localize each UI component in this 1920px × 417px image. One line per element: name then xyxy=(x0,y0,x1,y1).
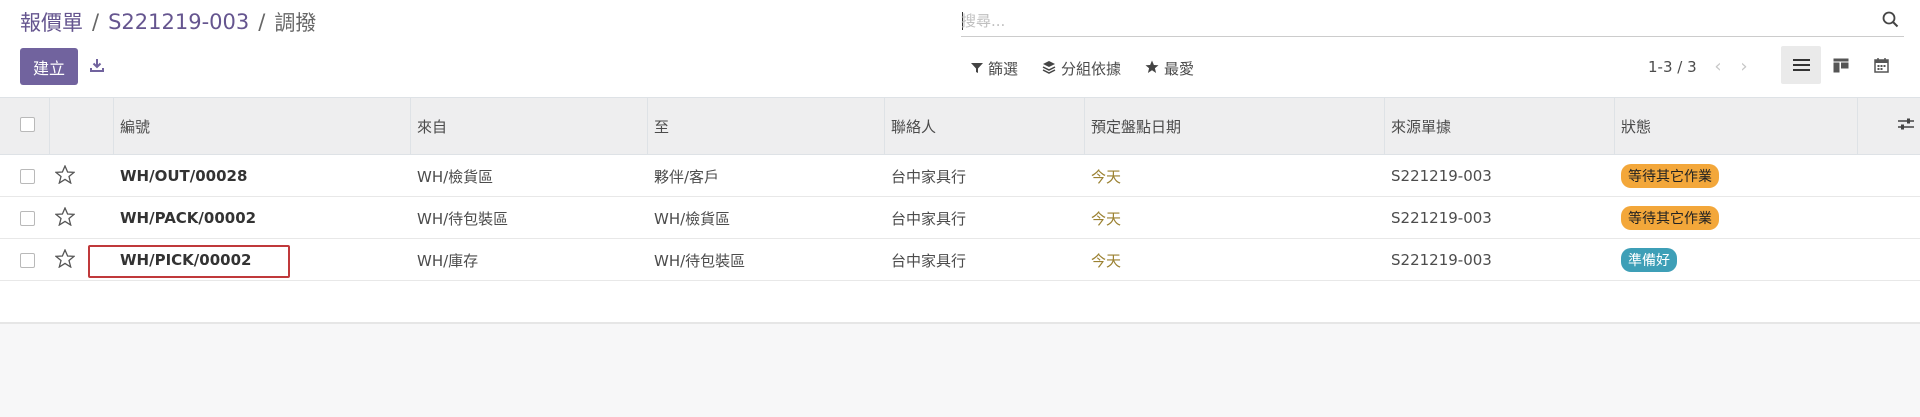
column-status[interactable]: 狀態 xyxy=(1615,98,1858,154)
cell-to: 夥伴/客戶 xyxy=(654,167,720,186)
cell-status: 準備好 xyxy=(1615,239,1677,281)
breadcrumb-separator: / xyxy=(258,10,266,34)
sliders-icon xyxy=(1898,117,1914,135)
column-to[interactable]: 至 xyxy=(648,98,885,154)
pager-value[interactable]: 1-3 / 3 xyxy=(1648,58,1697,76)
cell-to: WH/待包裝區 xyxy=(654,251,746,270)
cell-from: WH/庫存 xyxy=(417,251,479,270)
group-by-button[interactable]: 分組依據 xyxy=(1042,58,1121,79)
cell-reference: WH/PICK/00002 xyxy=(120,251,252,269)
breadcrumb: 報價單 / S221219-003 / 調撥 xyxy=(20,7,316,37)
cell-contact: 台中家具行 xyxy=(891,251,967,270)
status-badge: 等待其它作業 xyxy=(1621,164,1719,188)
favorites-button[interactable]: 最愛 xyxy=(1145,58,1194,79)
cell-source-document: S221219-003 xyxy=(1391,167,1492,185)
status-badge: 等待其它作業 xyxy=(1621,206,1719,230)
status-badge: 準備好 xyxy=(1621,248,1677,272)
cell-scheduled-date: 今天 xyxy=(1091,167,1122,186)
star-icon[interactable] xyxy=(54,248,76,272)
chevron-right-icon[interactable]: › xyxy=(1738,56,1750,77)
column-contact[interactable]: 聯絡人 xyxy=(885,98,1085,154)
row-checkbox[interactable] xyxy=(20,169,35,184)
favorites-label: 最愛 xyxy=(1164,60,1195,78)
cell-source-document: S221219-003 xyxy=(1391,251,1492,269)
group-by-label: 分組依據 xyxy=(1061,60,1122,78)
star-icon[interactable] xyxy=(54,164,76,188)
breadcrumb-quotations[interactable]: 報價單 xyxy=(20,7,83,37)
layers-icon xyxy=(1042,60,1056,78)
search-input[interactable] xyxy=(961,10,1861,32)
list-view-icon[interactable] xyxy=(1781,46,1821,84)
header-priority-cell xyxy=(50,98,114,154)
search-icon[interactable] xyxy=(1882,11,1900,29)
content-background xyxy=(0,324,1920,417)
table-row[interactable]: WH/PACK/00002 WH/待包裝區 WH/檢貨區 台中家具行 今天 S2… xyxy=(0,197,1920,239)
cell-source-document: S221219-003 xyxy=(1391,209,1492,227)
view-switcher xyxy=(1781,46,1901,84)
cell-from: WH/待包裝區 xyxy=(417,209,509,228)
create-button[interactable]: 建立 xyxy=(20,48,78,85)
breadcrumb-order[interactable]: S221219-003 xyxy=(108,10,249,34)
cell-contact: 台中家具行 xyxy=(891,167,967,186)
cell-reference: WH/PACK/00002 xyxy=(120,209,257,227)
cell-scheduled-date: 今天 xyxy=(1091,251,1122,270)
chevron-left-icon[interactable]: ‹ xyxy=(1712,56,1724,77)
filter-icon xyxy=(971,60,983,78)
cell-from: WH/檢貨區 xyxy=(417,167,494,186)
column-reference[interactable]: 編號 xyxy=(114,98,411,154)
select-all-checkbox[interactable] xyxy=(20,117,35,132)
table-row[interactable]: WH/OUT/00028 WH/檢貨區 夥伴/客戶 台中家具行 今天 S2212… xyxy=(0,155,1920,197)
column-from[interactable]: 來自 xyxy=(411,98,648,154)
cell-status: 等待其它作業 xyxy=(1615,155,1719,197)
star-icon xyxy=(1145,60,1159,78)
download-icon[interactable] xyxy=(88,56,106,74)
filter-button[interactable]: 篩選 xyxy=(971,58,1018,79)
cell-to: WH/檢貨區 xyxy=(654,209,731,228)
calendar-view-icon[interactable] xyxy=(1861,46,1901,84)
table-header: 編號 來自 至 聯絡人 預定盤點日期 來源單據 狀態 xyxy=(0,97,1920,155)
row-checkbox[interactable] xyxy=(20,211,35,226)
breadcrumb-separator: / xyxy=(92,10,100,34)
kanban-view-icon[interactable] xyxy=(1821,46,1861,84)
search-options: 篩選 分組依據 最愛 xyxy=(971,58,1194,79)
column-scheduled-date[interactable]: 預定盤點日期 xyxy=(1085,98,1385,154)
transfers-table: 編號 來自 至 聯絡人 預定盤點日期 來源單據 狀態 WH/OUT/00028 … xyxy=(0,97,1920,323)
cell-reference: WH/OUT/00028 xyxy=(120,167,248,185)
header-select-cell xyxy=(0,98,50,154)
row-checkbox[interactable] xyxy=(20,253,35,268)
cell-contact: 台中家具行 xyxy=(891,209,967,228)
breadcrumb-current: 調撥 xyxy=(274,11,317,35)
cell-status: 等待其它作業 xyxy=(1615,197,1719,239)
optional-columns-toggle[interactable] xyxy=(1858,98,1920,154)
control-panel: 報價單 / S221219-003 / 調撥 建立 篩選 分組依據 最愛 1-3… xyxy=(0,0,1920,97)
table-row[interactable]: WH/PICK/00002 WH/庫存 WH/待包裝區 台中家具行 今天 S22… xyxy=(0,239,1920,281)
filter-label: 篩選 xyxy=(988,60,1019,78)
star-icon[interactable] xyxy=(54,206,76,230)
cell-scheduled-date: 今天 xyxy=(1091,209,1122,228)
empty-row xyxy=(0,281,1920,323)
column-source-document[interactable]: 來源單據 xyxy=(1385,98,1615,154)
search-bar xyxy=(961,6,1904,37)
pager-nav: ‹ › xyxy=(1712,56,1750,77)
